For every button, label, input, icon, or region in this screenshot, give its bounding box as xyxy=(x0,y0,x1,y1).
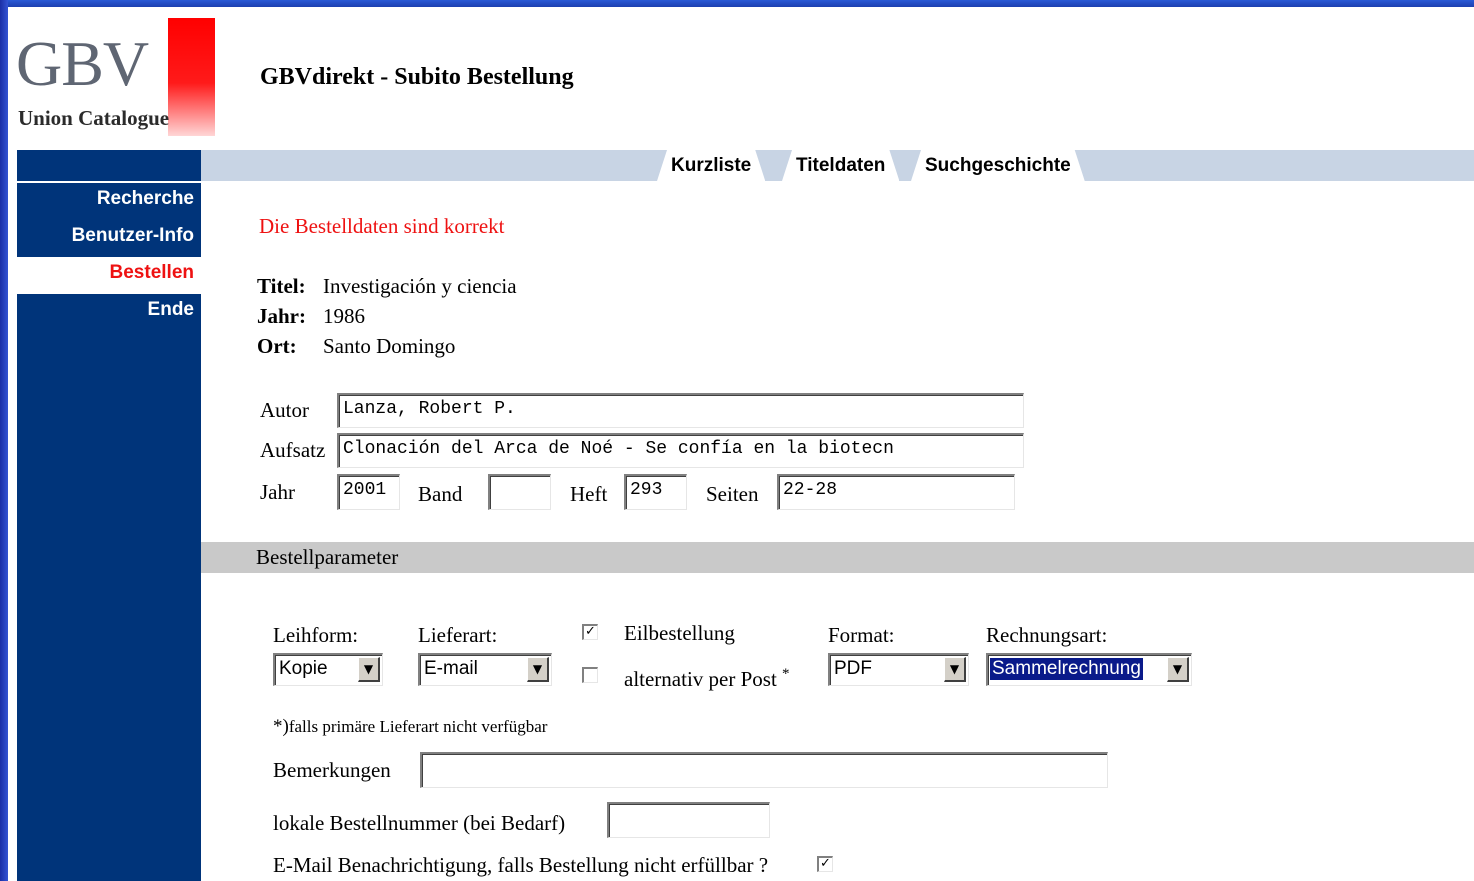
sidebar-item-recherche[interactable]: Recherche xyxy=(17,183,201,220)
band-label: Band xyxy=(418,482,463,506)
status-message: Die Bestelldaten sind korrekt xyxy=(259,214,505,238)
article-jahr-label: Jahr xyxy=(260,480,295,504)
bestellnummer-field[interactable] xyxy=(607,802,770,838)
eilbestellung-checkbox[interactable]: ✓ xyxy=(582,624,598,640)
meta-titel-value: Investigación y ciencia xyxy=(323,274,517,298)
window-frame-top xyxy=(0,0,1474,7)
rechnungsart-select[interactable]: Sammelrechnung ▼ xyxy=(986,653,1192,686)
band-field[interactable] xyxy=(488,474,551,510)
footnote-marker: *) xyxy=(273,716,289,737)
aufsatz-field[interactable]: Clonación del Arca de Noé - Se confía en… xyxy=(337,433,1024,468)
chevron-down-icon[interactable]: ▼ xyxy=(944,657,966,682)
autor-field[interactable]: Lanza, Robert P. xyxy=(337,393,1024,428)
footnote: *)falls primäre Lieferart nicht verfügba… xyxy=(273,716,547,738)
seiten-field[interactable]: 22-28 xyxy=(777,474,1015,510)
chevron-down-icon[interactable]: ▼ xyxy=(1167,657,1189,682)
alt-post-text: alternativ per Post xyxy=(624,667,777,691)
meta-ort-value: Santo Domingo xyxy=(323,334,456,358)
leihform-value: Kopie xyxy=(279,658,328,679)
email-notify-label: E-Mail Benachrichtigung, falls Bestellun… xyxy=(273,853,769,877)
section-header: Bestellparameter xyxy=(201,542,1474,573)
bemerkungen-label: Bemerkungen xyxy=(273,758,391,782)
meta-ort-label: Ort: xyxy=(257,334,297,358)
page-title: GBVdirekt - Subito Bestellung xyxy=(260,64,574,90)
rechnungsart-value: Sammelrechnung xyxy=(989,657,1144,681)
tab-kurzliste[interactable]: Kurzliste xyxy=(657,150,765,181)
heft-label: Heft xyxy=(570,482,608,506)
meta-titel-label: Titel: xyxy=(257,274,306,298)
article-jahr-field[interactable]: 2001 xyxy=(337,474,400,510)
chevron-down-icon[interactable]: ▼ xyxy=(527,657,549,682)
alt-post-checkbox[interactable] xyxy=(582,667,598,683)
lieferart-select[interactable]: E-mail ▼ xyxy=(418,653,552,686)
meta-jahr: Jahr: 1986 xyxy=(257,304,365,329)
leihform-label: Leihform: xyxy=(273,623,359,647)
chevron-down-icon[interactable]: ▼ xyxy=(358,657,380,682)
tab-suchgeschichte[interactable]: Suchgeschichte xyxy=(911,150,1085,181)
logo-text: GBV xyxy=(16,28,149,99)
aufsatz-label: Aufsatz xyxy=(260,438,326,462)
meta-jahr-label: Jahr: xyxy=(257,304,306,328)
meta-jahr-value: 1986 xyxy=(323,304,365,328)
format-select[interactable]: PDF ▼ xyxy=(828,653,969,686)
format-label: Format: xyxy=(828,623,895,647)
logo-red-bar xyxy=(168,18,215,136)
sidebar-item-ende[interactable]: Ende xyxy=(17,294,201,331)
rechnungsart-label: Rechnungsart: xyxy=(986,623,1108,647)
gbv-logo: GBV Union Catalogue xyxy=(16,18,215,138)
autor-label: Autor xyxy=(260,398,309,422)
bemerkungen-field[interactable] xyxy=(420,752,1108,788)
alt-post-label: alternativ per Post * xyxy=(624,666,790,692)
meta-titel: Titel: Investigación y ciencia xyxy=(257,274,517,299)
lieferart-value: E-mail xyxy=(424,658,478,679)
bestellnummer-label: lokale Bestellnummer (bei Bedarf) xyxy=(273,811,566,835)
meta-ort: Ort: Santo Domingo xyxy=(257,334,455,359)
leihform-select[interactable]: Kopie ▼ xyxy=(273,653,383,686)
alt-post-marker: * xyxy=(782,666,790,682)
window-frame-left xyxy=(0,0,8,881)
sidebar-item-bestellen[interactable]: Bestellen xyxy=(17,257,201,294)
sidebar: Recherche Benutzer-Info Bestellen Ende xyxy=(17,183,201,881)
footnote-text: falls primäre Lieferart nicht verfügbar xyxy=(288,717,548,736)
eilbestellung-label: Eilbestellung xyxy=(624,621,735,645)
sidebar-item-benutzer-info[interactable]: Benutzer-Info xyxy=(17,220,201,257)
tab-bar: Kurzliste Titeldaten Suchgeschichte xyxy=(201,150,1474,181)
lieferart-label: Lieferart: xyxy=(418,623,498,647)
logo-subtitle: Union Catalogue xyxy=(18,106,170,130)
tab-titeldaten[interactable]: Titeldaten xyxy=(782,150,899,181)
format-value: PDF xyxy=(834,658,872,679)
email-notify-checkbox[interactable]: ✓ xyxy=(817,856,833,872)
sidebar-header xyxy=(17,150,201,181)
seiten-label: Seiten xyxy=(706,482,759,506)
heft-field[interactable]: 293 xyxy=(624,474,687,510)
